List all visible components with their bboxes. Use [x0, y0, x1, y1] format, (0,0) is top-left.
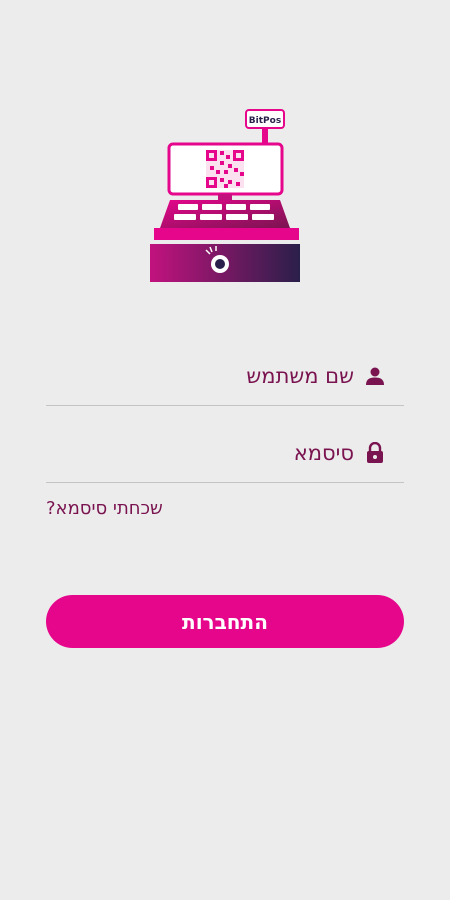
username-field-row [46, 346, 404, 406]
user-icon [364, 365, 386, 387]
username-input[interactable] [74, 355, 354, 396]
lock-icon [364, 441, 386, 464]
logo-badge-text: BitPos [249, 116, 281, 126]
app-logo: BitPos [140, 108, 310, 288]
password-field-row [46, 423, 404, 483]
password-input[interactable] [74, 432, 354, 473]
login-button[interactable]: התחברות [46, 595, 404, 648]
cash-register-icon: BitPos [150, 109, 300, 282]
forgot-password-link[interactable]: שכחתי סיסמא? [46, 498, 163, 519]
